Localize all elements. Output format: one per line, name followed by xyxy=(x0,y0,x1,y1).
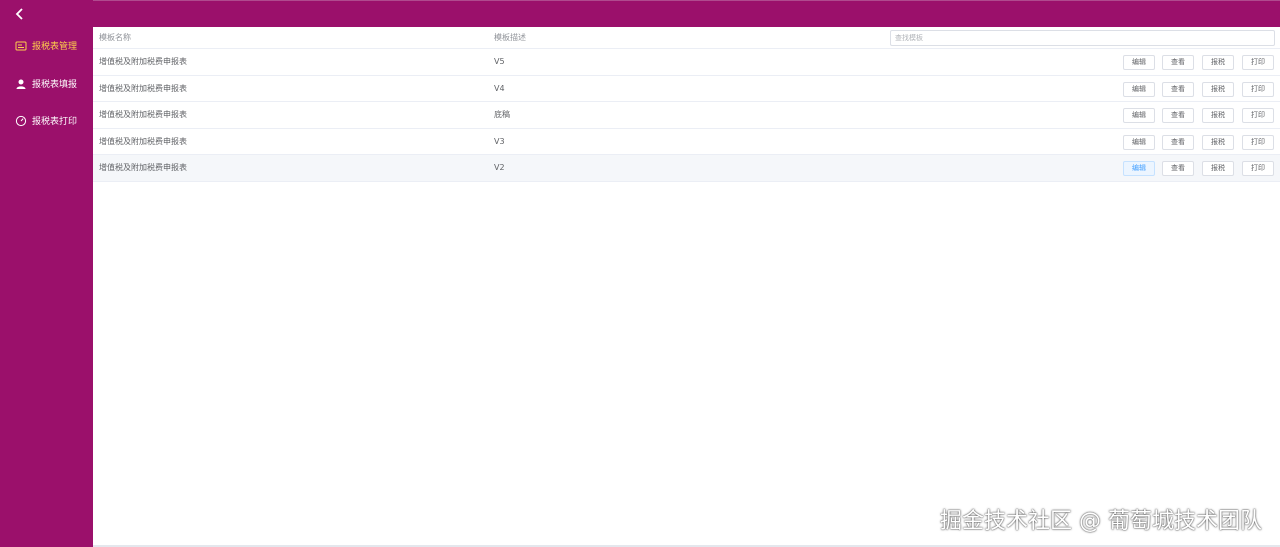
print-button[interactable]: 打印 xyxy=(1242,108,1274,124)
sidebar: 报税表管理 报税表填报 报税表打印 xyxy=(0,0,93,547)
table-row: 增值税及附加税费申报表 V5 编辑 查看 报税 打印 xyxy=(93,49,1280,76)
file-tax-button[interactable]: 报税 xyxy=(1202,55,1234,70)
file-tax-button[interactable]: 报税 xyxy=(1202,134,1234,150)
table-header: 模板名称 模板描述 xyxy=(93,27,1280,49)
file-tax-button[interactable]: 报税 xyxy=(1202,108,1234,124)
edit-button[interactable]: 编辑 xyxy=(1123,55,1155,70)
chevron-left-icon[interactable] xyxy=(12,6,30,24)
sidebar-item-label: 报税表管理 xyxy=(32,42,78,52)
edit-button[interactable]: 编辑 xyxy=(1123,134,1155,150)
sidebar-item-tax-form-print[interactable]: 报税表打印 xyxy=(14,114,77,127)
cell-template-description: 底稿 xyxy=(494,110,510,120)
cell-template-name: 增值税及附加税费申报表 xyxy=(99,57,187,66)
table-row: 增值税及附加税费申报表 V4 编辑 查看 报税 打印 xyxy=(93,76,1280,103)
cell-template-name: 增值税及附加税费申报表 xyxy=(99,163,187,173)
template-table: 模板名称 模板描述 增值税及附加税费申报表 V5 编辑 查看 报税 打印 增值税… xyxy=(93,27,1280,182)
print-button[interactable]: 打印 xyxy=(1242,55,1274,70)
user-icon xyxy=(14,77,27,90)
search-input[interactable] xyxy=(890,30,1275,46)
file-tax-button[interactable]: 报税 xyxy=(1202,81,1234,97)
table-row: 增值税及附加税费申报表 V2 编辑 查看 报税 打印 xyxy=(93,155,1280,182)
print-button[interactable]: 打印 xyxy=(1242,134,1274,150)
sidebar-item-label: 报税表填报 xyxy=(32,80,78,90)
cell-template-description: V3 xyxy=(494,136,505,146)
view-button[interactable]: 查看 xyxy=(1162,161,1194,177)
cell-template-name: 增值税及附加税费申报表 xyxy=(99,83,187,93)
top-header-bar xyxy=(93,0,1280,27)
view-button[interactable]: 查看 xyxy=(1162,134,1194,150)
form-icon xyxy=(14,39,27,52)
sidebar-item-tax-form-fill[interactable]: 报税表填报 xyxy=(14,77,77,90)
cell-template-description: V4 xyxy=(494,83,505,93)
table-row: 增值税及附加税费申报表 V3 编辑 查看 报税 打印 xyxy=(93,129,1280,156)
column-header-template-description: 模板描述 xyxy=(494,33,526,42)
view-button[interactable]: 查看 xyxy=(1162,55,1194,70)
print-button[interactable]: 打印 xyxy=(1242,161,1274,177)
sidebar-item-label: 报税表打印 xyxy=(32,117,78,127)
cell-template-description: V2 xyxy=(494,163,505,173)
cell-template-name: 增值税及附加税费申报表 xyxy=(99,110,187,120)
watermark: 掘金技术社区 @ 葡萄城技术团队 xyxy=(940,509,1262,534)
file-tax-button[interactable]: 报税 xyxy=(1202,161,1234,177)
print-button[interactable]: 打印 xyxy=(1242,81,1274,97)
cell-template-name: 增值税及附加税费申报表 xyxy=(99,136,187,146)
gauge-icon xyxy=(14,114,27,127)
view-button[interactable]: 查看 xyxy=(1162,108,1194,124)
edit-button[interactable]: 编辑 xyxy=(1123,108,1155,124)
edit-button[interactable]: 编辑 xyxy=(1123,81,1155,97)
edit-button[interactable]: 编辑 xyxy=(1123,161,1155,177)
view-button[interactable]: 查看 xyxy=(1162,81,1194,97)
sidebar-item-tax-form-management[interactable]: 报税表管理 xyxy=(14,39,77,52)
table-row: 增值税及附加税费申报表 底稿 编辑 查看 报税 打印 xyxy=(93,102,1280,129)
cell-template-description: V5 xyxy=(494,57,505,66)
column-header-template-name: 模板名称 xyxy=(99,33,131,42)
